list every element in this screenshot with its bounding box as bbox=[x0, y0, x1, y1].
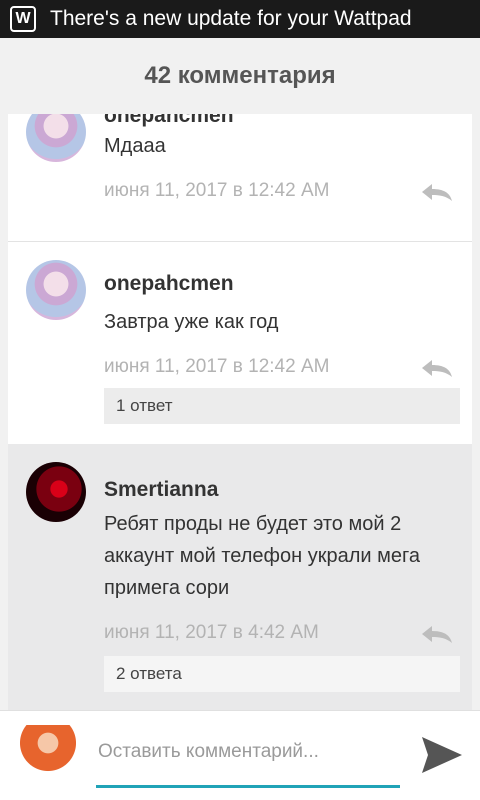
input-underline bbox=[96, 785, 400, 788]
reply-icon[interactable] bbox=[420, 358, 454, 378]
status-bar: W There's a new update for your Wattpad bbox=[0, 0, 480, 38]
comment-timestamp: июня 11, 2017 в 4:42 AM bbox=[104, 622, 319, 643]
comment-item: onepancmen Мдааа июня 11, 2017 в 12:42 A… bbox=[8, 114, 472, 242]
comment-username[interactable]: Smertianna bbox=[104, 478, 218, 502]
comment-text: Мдааа bbox=[104, 135, 166, 157]
update-notification-text[interactable]: There's a new update for your Wattpad bbox=[50, 7, 412, 31]
comment-timestamp: июня 11, 2017 в 12:42 AM bbox=[104, 180, 330, 201]
view-replies-button[interactable]: 1 ответ bbox=[104, 388, 460, 424]
comment-text: Ребят проды не будет это мой 2 аккаунт м… bbox=[104, 513, 420, 599]
avatar[interactable] bbox=[26, 462, 86, 522]
comment-input[interactable] bbox=[96, 735, 404, 769]
page-title: 42 комментария bbox=[144, 62, 336, 89]
comment-composer bbox=[0, 710, 480, 800]
view-replies-button[interactable]: 2 ответа bbox=[104, 656, 460, 692]
comment-text: Завтра уже как год bbox=[104, 311, 279, 333]
wattpad-w-icon: W bbox=[10, 6, 36, 32]
avatar[interactable] bbox=[26, 260, 86, 320]
send-icon[interactable] bbox=[420, 733, 464, 777]
comment-item: onepahcmen Завтра уже как год июня 11, 2… bbox=[8, 242, 472, 444]
comments-list[interactable]: onepancmen Мдааа июня 11, 2017 в 12:42 A… bbox=[8, 114, 472, 710]
reply-icon[interactable] bbox=[420, 182, 454, 202]
comment-timestamp: июня 11, 2017 в 12:42 AM bbox=[104, 356, 330, 377]
comment-username[interactable]: onepancmen bbox=[104, 114, 234, 128]
comment-item: Smertianna Ребят проды не будет это мой … bbox=[8, 444, 472, 710]
reply-icon[interactable] bbox=[420, 624, 454, 644]
comment-username[interactable]: onepahcmen bbox=[104, 272, 234, 296]
current-user-avatar[interactable] bbox=[20, 725, 76, 785]
avatar[interactable] bbox=[26, 114, 86, 162]
